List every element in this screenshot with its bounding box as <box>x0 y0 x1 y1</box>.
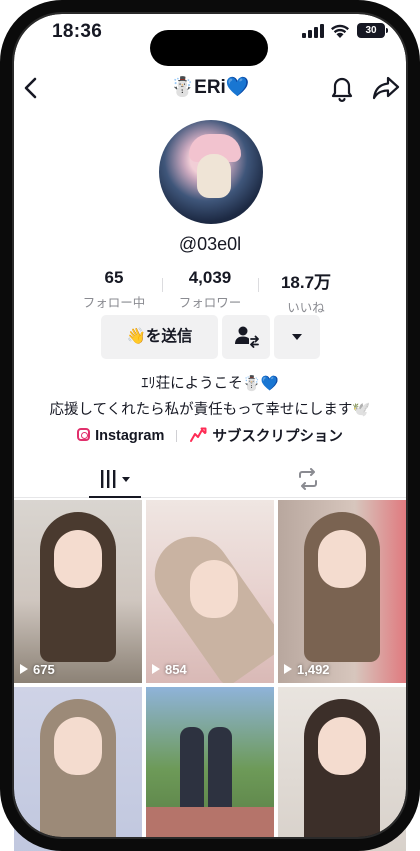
stat-followers-count: 4,039 <box>188 268 232 287</box>
stat-followers[interactable]: 4,039 フォロワー <box>162 268 258 311</box>
bio-line: 応援してくれたら私が責任もって幸せにします🕊️ <box>49 402 371 418</box>
video-thumbnail[interactable] <box>146 687 274 851</box>
profile-display-name: ☃️ERi💙 <box>170 77 250 98</box>
profile-handle: @03e0l <box>178 234 242 254</box>
instagram-label: Instagram <box>95 427 165 444</box>
subscription-link[interactable]: サブスクリプション <box>189 425 343 446</box>
bio-line: ｴﾘ荘にようこそ☃️💙 <box>141 376 279 392</box>
follow-back-button[interactable] <box>222 315 270 359</box>
video-view-count: 675 <box>20 662 55 677</box>
video-grid: 675 854 1,492 <box>14 500 406 851</box>
stat-likes-label: いいね <box>287 301 325 315</box>
video-thumbnail[interactable]: 675 <box>14 500 142 683</box>
video-view-count: 1,492 <box>284 662 330 677</box>
thumbnail-face <box>54 717 102 775</box>
caret-down-icon <box>292 334 302 340</box>
stat-following-label: フォロー中 <box>82 296 146 310</box>
video-thumbnail[interactable] <box>14 687 142 851</box>
person-swap-icon <box>235 326 259 348</box>
video-view-count: 854 <box>152 662 187 677</box>
wifi-icon <box>331 24 349 38</box>
video-thumbnail[interactable] <box>278 687 406 851</box>
stat-following-count: 65 <box>104 268 124 287</box>
send-wave-button[interactable]: 👋を送信 <box>101 315 218 359</box>
phone-screen: 18:36 30 ☃️ERi💙 @03e0l 65 フォロー中 4,039 フォ… <box>0 0 420 851</box>
subscription-icon <box>190 427 207 442</box>
subscription-label: サブスクリプション <box>212 429 343 445</box>
battery-indicator: 30 <box>357 23 388 38</box>
active-tab-indicator <box>89 496 141 498</box>
videos-grid-tab-icon[interactable] <box>89 468 139 490</box>
video-thumbnail[interactable]: 854 <box>146 500 274 683</box>
notification-bell-icon[interactable] <box>329 74 355 102</box>
stat-followers-label: フォロワー <box>178 296 242 310</box>
profile-stats: 65 フォロー中 4,039 フォロワー 18.7万 いいね <box>66 268 354 315</box>
stat-following[interactable]: 65 フォロー中 <box>66 268 162 311</box>
thumbnail-face <box>190 560 238 618</box>
link-divider <box>176 429 178 442</box>
back-arrow-icon[interactable] <box>18 74 46 102</box>
stat-likes[interactable]: 18.7万 いいね <box>258 268 354 316</box>
instagram-link[interactable]: Instagram <box>77 427 165 444</box>
share-arrow-icon[interactable] <box>372 75 400 101</box>
play-icon <box>20 664 28 674</box>
thumbnail-bridge <box>146 807 274 851</box>
play-icon <box>152 664 160 674</box>
stat-likes-count: 18.7万 <box>280 273 332 292</box>
profile-links: Instagram サブスクリプション <box>0 425 420 447</box>
more-options-button[interactable] <box>274 315 320 359</box>
profile-avatar[interactable] <box>159 120 263 224</box>
dynamic-island <box>150 30 268 66</box>
cellular-signal-icon <box>302 24 324 38</box>
status-bar: 18:36 30 <box>0 0 420 66</box>
thumbnail-face <box>54 530 102 588</box>
instagram-icon <box>77 427 91 441</box>
thumbnail-face <box>318 530 366 588</box>
status-time: 18:36 <box>52 21 103 42</box>
profile-header: ☃️ERi💙 <box>0 70 420 106</box>
avatar-plush-toy <box>197 154 231 198</box>
video-thumbnail[interactable]: 1,492 <box>278 500 406 683</box>
repost-tab-icon[interactable] <box>296 468 320 490</box>
play-icon <box>284 664 292 674</box>
thumbnail-face <box>318 717 366 775</box>
content-tabs <box>14 458 406 498</box>
